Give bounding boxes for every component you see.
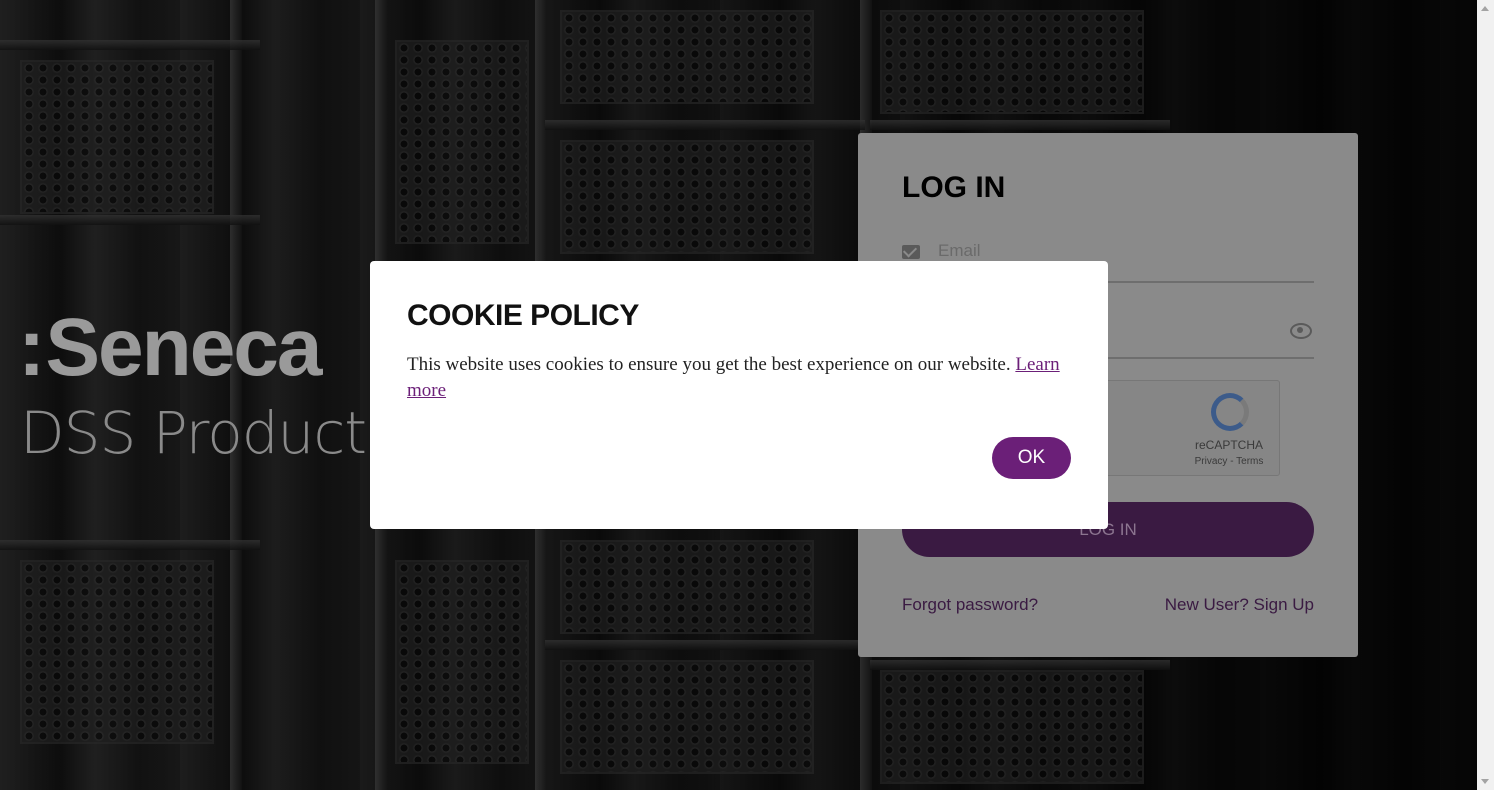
- logo-text: Seneca: [45, 302, 322, 393]
- email-placeholder: Email: [938, 241, 981, 260]
- scroll-up-icon[interactable]: [1481, 6, 1489, 11]
- recaptcha-icon: [1211, 393, 1249, 431]
- scroll-down-icon[interactable]: [1481, 779, 1489, 784]
- product-subtitle: DSS Product: [20, 399, 367, 467]
- brand-block: :Seneca DSS Product: [18, 298, 367, 468]
- mail-icon: [902, 245, 920, 259]
- cookie-title: COOKIE POLICY: [407, 299, 639, 332]
- login-page: :Seneca DSS Product LOG IN Email reCAPTC…: [0, 0, 1494, 790]
- cookie-policy-modal: COOKIE POLICY This website uses cookies …: [370, 261, 1108, 529]
- sign-up-link[interactable]: New User? Sign Up: [1165, 595, 1314, 615]
- vertical-scrollbar[interactable]: [1477, 0, 1494, 790]
- recaptcha-links[interactable]: Privacy - Terms: [1179, 456, 1279, 467]
- recaptcha-label: reCAPTCHA: [1194, 438, 1263, 452]
- ok-button[interactable]: OK: [992, 437, 1071, 479]
- cookie-message-text: This website uses cookies to ensure you …: [407, 354, 1016, 375]
- brand-logo: :Seneca: [18, 298, 366, 398]
- forgot-password-link[interactable]: Forgot password?: [902, 595, 1038, 615]
- logo-dots: :: [18, 302, 46, 393]
- login-title: LOG IN: [902, 171, 1006, 204]
- cookie-message: This website uses cookies to ensure you …: [407, 352, 1071, 404]
- eye-icon[interactable]: [1290, 323, 1312, 339]
